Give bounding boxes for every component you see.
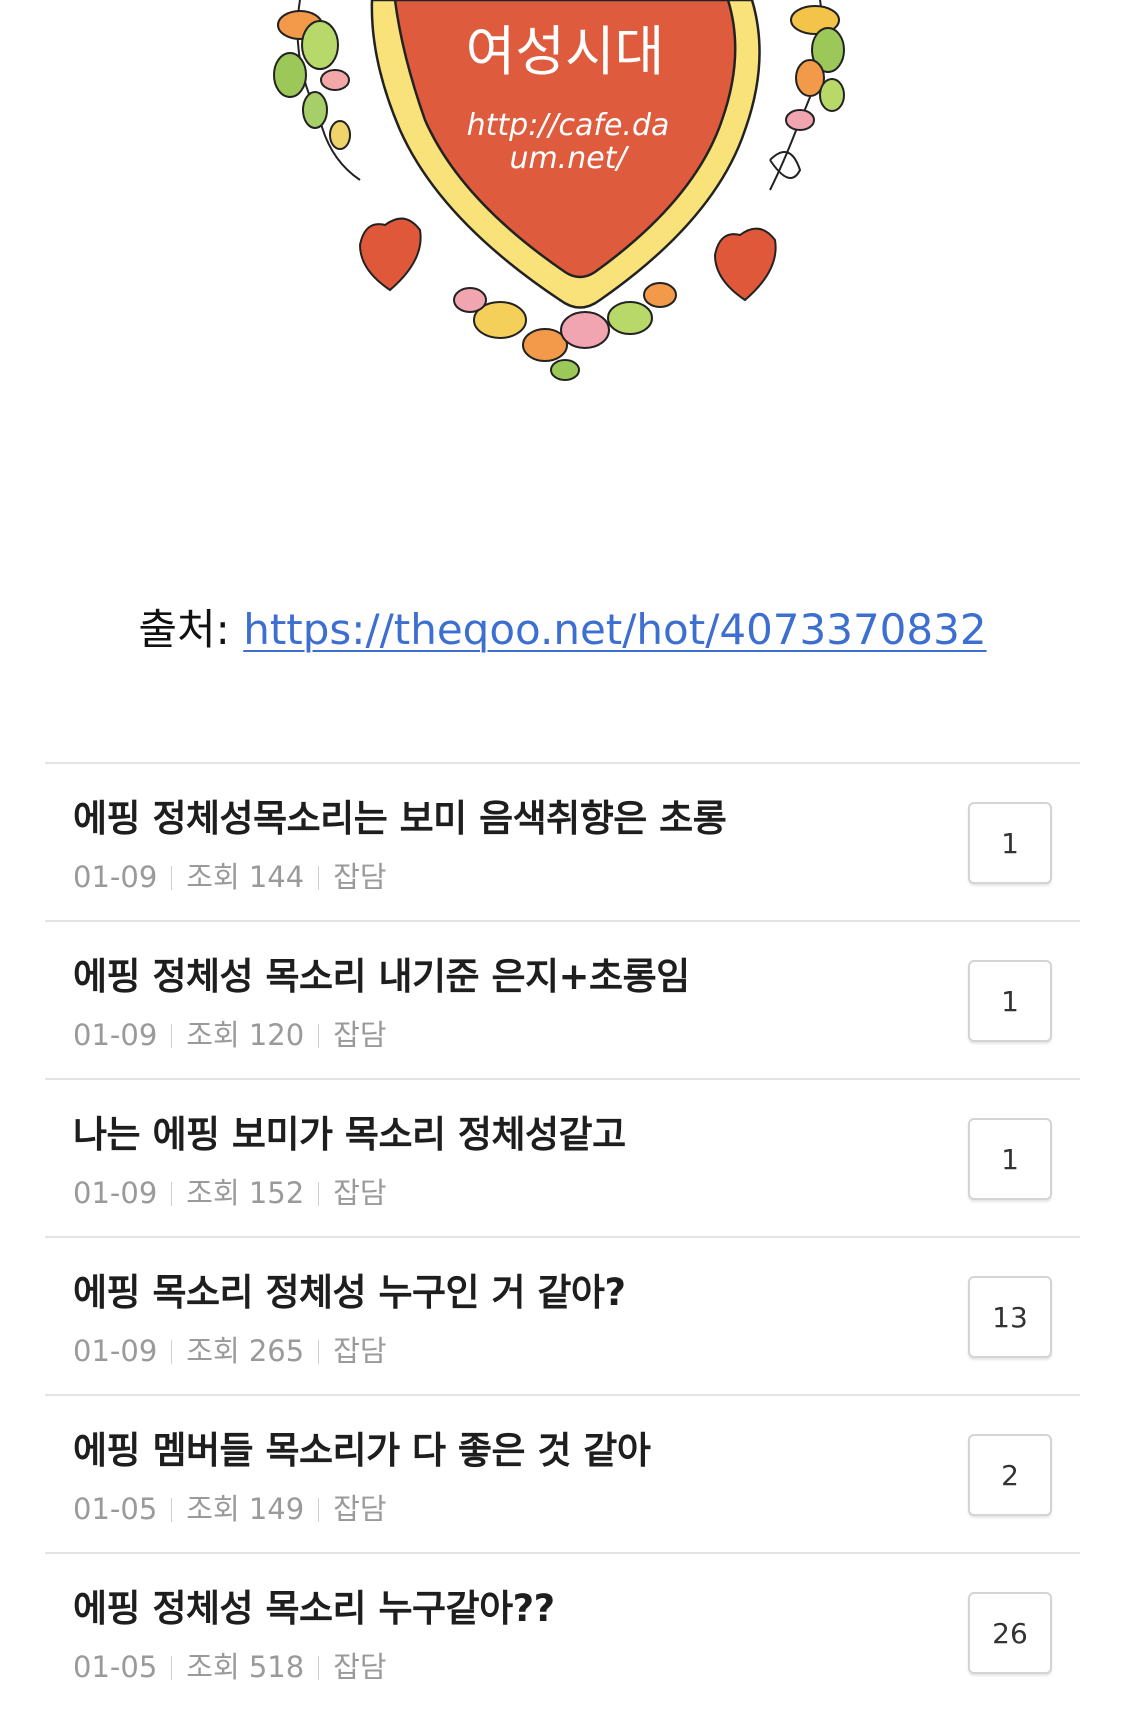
post-date: 01-09 [73,1176,158,1210]
post-title[interactable]: 나는 에핑 보미가 목소리 정체성같고 [73,1104,626,1158]
post-meta: 01-09 조회 152 잡담 [73,1170,387,1212]
heart-emblem-illustration: 여성시대 http://cafe.da um.net/ [273,0,845,381]
post-category: 잡담 [333,1492,387,1526]
post-views: 조회 149 [186,1492,305,1526]
comment-count-badge[interactable]: 13 [968,1276,1052,1358]
meta-divider [318,1656,320,1680]
comment-count-badge[interactable]: 1 [968,1118,1052,1200]
post-date: 01-05 [73,1650,158,1684]
right-small-heart [713,227,777,302]
post-category: 잡담 [333,1176,387,1210]
post-title[interactable]: 에핑 정체성 목소리 누구같아?? [73,1578,555,1632]
meta-divider [171,1340,173,1364]
post-date: 01-05 [73,1492,158,1526]
post-views: 조회 152 [186,1176,305,1210]
post-meta: 01-09 조회 144 잡담 [73,854,387,896]
cafe-emblem-image: 여성시대 http://cafe.da um.net/ [0,0,1125,440]
meta-divider [171,1182,173,1206]
right-flower-vine [769,0,845,191]
meta-divider [318,866,320,890]
post-views: 조회 120 [186,1018,305,1052]
source-link[interactable]: https://theqoo.net/hot/4073370832 [243,605,986,654]
comment-count-badge[interactable]: 2 [968,1434,1052,1516]
post-date: 01-09 [73,1334,158,1368]
meta-divider [171,1024,173,1048]
related-post-list: 에핑 정체성목소리는 보미 음색취향은 초롱 01-09 조회 144 잡담 1 에… [45,762,1080,1710]
post-title[interactable]: 에핑 정체성목소리는 보미 음색취향은 초롱 [73,788,727,842]
post-title[interactable]: 에핑 정체성 목소리 내기준 은지+초롱임 [73,946,690,1000]
post-category: 잡담 [333,1650,387,1684]
meta-divider [318,1340,320,1364]
post-views: 조회 144 [186,860,305,894]
comment-count-badge[interactable]: 1 [968,960,1052,1042]
source-label: 출처: [138,605,230,654]
post-list-item[interactable]: 에핑 정체성목소리는 보미 음색취향은 초롱 01-09 조회 144 잡담 1 [45,762,1080,920]
post-meta: 01-09 조회 120 잡담 [73,1012,387,1054]
meta-divider [171,866,173,890]
post-category: 잡담 [333,1334,387,1368]
source-line: 출처: https://theqoo.net/hot/4073370832 [0,600,1125,660]
post-list-item[interactable]: 에핑 목소리 정체성 누구인 거 같아? 01-09 조회 265 잡담 13 [45,1236,1080,1394]
left-flower-vine [273,0,361,181]
comment-count-badge[interactable]: 1 [968,802,1052,884]
post-meta: 01-05 조회 518 잡담 [73,1644,387,1686]
meta-divider [171,1656,173,1680]
post-meta: 01-09 조회 265 잡담 [73,1328,387,1370]
post-category: 잡담 [333,860,387,894]
post-views: 조회 518 [186,1650,305,1684]
post-list-item[interactable]: 나는 에핑 보미가 목소리 정체성같고 01-09 조회 152 잡담 1 [45,1078,1080,1236]
post-title[interactable]: 에핑 멤버들 목소리가 다 좋은 것 같아 [73,1420,651,1474]
comment-count-badge[interactable]: 26 [968,1592,1052,1674]
post-date: 01-09 [73,860,158,894]
post-category: 잡담 [333,1018,387,1052]
post-list-item[interactable]: 에핑 멤버들 목소리가 다 좋은 것 같아 01-05 조회 149 잡담 2 [45,1394,1080,1552]
post-title[interactable]: 에핑 목소리 정체성 누구인 거 같아? [73,1262,626,1316]
emblem-title-text: 여성시대 [466,20,665,83]
post-date: 01-09 [73,1018,158,1052]
emblem-url-line2: um.net/ [509,141,629,176]
post-meta: 01-05 조회 149 잡담 [73,1486,387,1528]
meta-divider [171,1498,173,1522]
post-views: 조회 265 [186,1334,305,1368]
meta-divider [318,1498,320,1522]
meta-divider [318,1182,320,1206]
post-list-item[interactable]: 에핑 정체성 목소리 내기준 은지+초롱임 01-09 조회 120 잡담 1 [45,920,1080,1078]
meta-divider [318,1024,320,1048]
post-list-item[interactable]: 에핑 정체성 목소리 누구같아?? 01-05 조회 518 잡담 26 [45,1552,1080,1710]
left-small-heart [358,217,422,292]
emblem-url-line1: http://cafe.da [467,108,670,143]
